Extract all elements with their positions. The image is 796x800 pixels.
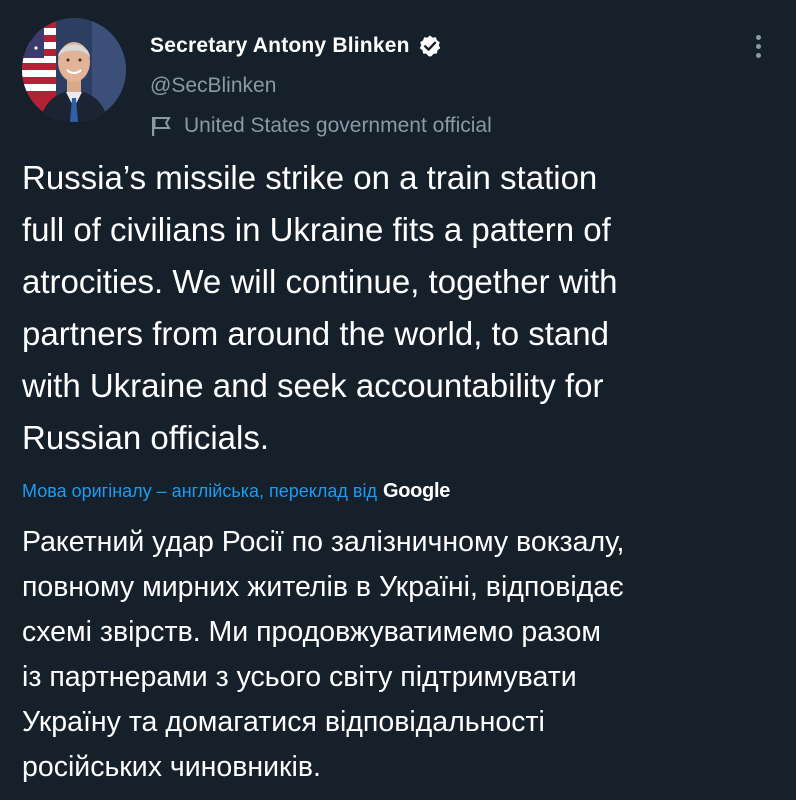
translation-note-row: Мова оригіналу – англійська, переклад ві… <box>22 476 450 506</box>
government-flag-icon <box>150 115 172 137</box>
author-display-name[interactable]: Secretary Antony Blinken <box>150 34 410 58</box>
more-options-icon[interactable] <box>744 28 772 64</box>
translated-tweet-text: Ракетний удар Росії по залізничному вокз… <box>22 526 625 783</box>
avatar-photo <box>22 18 126 122</box>
verified-badge-icon <box>418 34 442 58</box>
author-handle[interactable]: @SecBlinken <box>150 74 276 98</box>
tweet-text: Russia’s missile strike on a train stati… <box>22 159 618 456</box>
author-name-row: Secretary Antony Blinken <box>150 30 442 62</box>
google-logo: Google <box>382 479 451 502</box>
translation-source-link[interactable]: Мова оригіналу – англійська, переклад ві… <box>22 481 377 502</box>
avatar[interactable] <box>22 18 126 122</box>
tweet-card: Secretary Antony Blinken @SecBlinken Uni… <box>0 0 796 800</box>
government-label-text[interactable]: United States government official <box>184 114 492 138</box>
government-label-row: United States government official <box>150 112 492 140</box>
